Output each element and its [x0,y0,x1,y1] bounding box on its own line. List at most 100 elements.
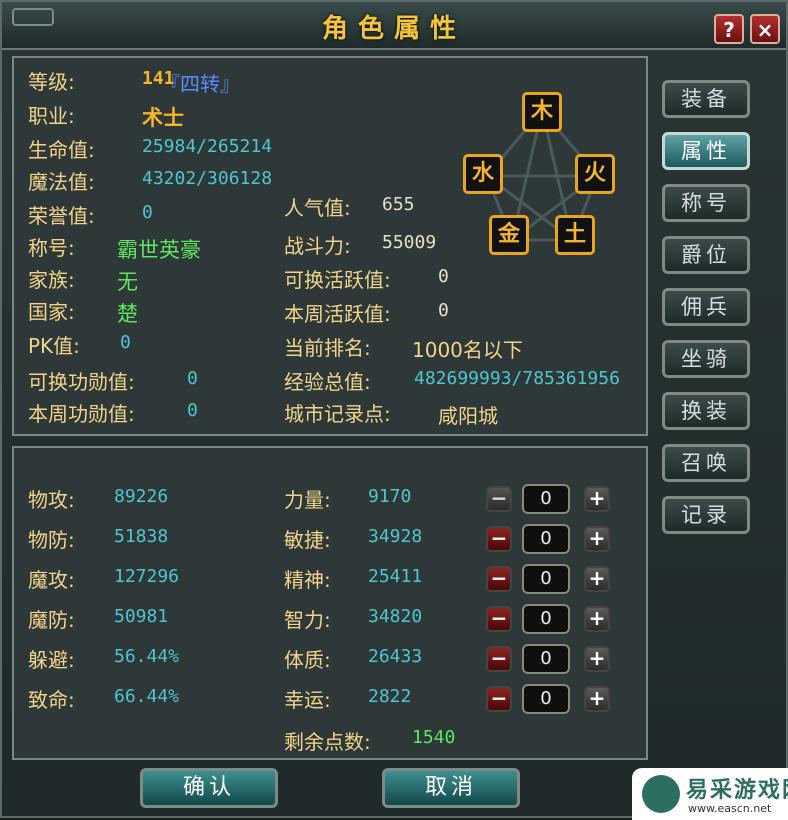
tab-4[interactable]: 佣兵 [662,288,750,326]
watermark: 易采游戏网 www.eascn.net [632,768,788,820]
profile-label: 等级: [28,70,75,94]
social-value: 55009 [382,232,437,253]
profile-value: 术士 [142,106,184,130]
tab-7[interactable]: 召唤 [662,444,750,482]
rank-badge: 『四转』 [160,72,240,96]
combat-value: 50981 [114,606,169,627]
points-input[interactable]: 0 [522,524,570,554]
profile-label: 职业: [28,104,75,128]
tab-8[interactable]: 记录 [662,496,750,534]
profile-label: 家族: [28,268,75,292]
increase-button[interactable]: + [584,526,610,552]
profile-value: 0 [142,202,153,223]
social-label: 本周活跃值: [284,302,391,326]
element-icon: 火 [575,154,615,194]
cancel-button[interactable]: 取消 [382,768,520,808]
element-icon: 木 [522,92,562,132]
tab-6[interactable]: 换装 [662,392,750,430]
attribute-label: 智力: [284,608,331,632]
social-label: 可换活跃值: [284,268,391,292]
element-icon: 水 [463,154,503,194]
social-label: 经验总值: [284,370,371,394]
profile-value: 无 [117,270,138,294]
social-value: 0 [438,300,449,321]
character-attributes-window: 角色属性 ? × 等级: 141 『四转』 职业: 术士 生命值: 25984/265214… [0,0,788,820]
tab-5[interactable]: 坐骑 [662,340,750,378]
profile-label: 本周功勋值: [28,402,135,426]
increase-button[interactable]: + [584,646,610,672]
tab-2[interactable]: 称号 [662,184,750,222]
combat-value: 127296 [114,566,180,587]
increase-button[interactable]: + [584,606,610,632]
tab-1[interactable]: 属性 [662,132,750,170]
profile-value: 25984/265214 [142,136,273,157]
social-label: 城市记录点: [284,402,391,426]
attribute-label: 体质: [284,648,331,672]
points-input[interactable]: 0 [522,484,570,514]
attribute-label: 力量: [284,488,331,512]
watermark-logo-icon [642,775,680,813]
social-value: 咸阳城 [438,404,498,428]
profile-value: 0 [187,400,198,421]
attribute-value: 2822 [368,686,412,707]
points-input[interactable]: 0 [522,644,570,674]
increase-button[interactable]: + [584,686,610,712]
profile-value: 0 [120,332,131,353]
title-bar[interactable]: 角色属性 ? × [2,2,786,50]
combat-label: 魔防: [28,608,75,632]
decrease-button[interactable]: − [486,566,512,592]
profile-value: 0 [187,368,198,389]
profile-label: 荣誉值: [28,204,95,228]
attribute-value: 26433 [368,646,423,667]
combat-label: 物防: [28,528,75,552]
combat-value: 89226 [114,486,169,507]
element-icon: 土 [555,215,595,255]
tab-3[interactable]: 爵位 [662,236,750,274]
remaining-value: 1540 [412,727,456,748]
window-title: 角色属性 [321,14,466,44]
combat-label: 物攻: [28,488,75,512]
combat-value: 66.44% [114,686,180,707]
increase-button[interactable]: + [584,566,610,592]
social-value: 1000名以下 [412,338,523,362]
attribute-value: 34928 [368,526,423,547]
attribute-label: 幸运: [284,688,331,712]
help-button[interactable]: ? [714,14,744,44]
decrease-button[interactable]: − [486,526,512,552]
combat-label: 致命: [28,688,75,712]
watermark-url: www.eascn.net [688,802,772,815]
tab-0[interactable]: 装备 [662,80,750,118]
social-label: 人气值: [284,196,351,220]
combat-value: 56.44% [114,646,180,667]
social-value: 655 [382,194,415,215]
combat-label: 躲避: [28,648,75,672]
attribute-value: 25411 [368,566,423,587]
profile-label: 魔法值: [28,170,95,194]
combat-label: 魔攻: [28,568,75,592]
remaining-label: 剩余点数: [284,730,371,754]
profile-value: 43202/306128 [142,168,273,189]
increase-button[interactable]: + [584,486,610,512]
social-value: 0 [438,266,449,287]
attribute-value: 9170 [368,486,412,507]
profile-label: 国家: [28,300,75,324]
points-input[interactable]: 0 [522,684,570,714]
attribute-value: 34820 [368,606,423,627]
decrease-button[interactable]: − [486,486,512,512]
profile-label: PK值: [28,334,80,358]
attribute-label: 敏捷: [284,528,331,552]
decrease-button[interactable]: − [486,686,512,712]
points-input[interactable]: 0 [522,564,570,594]
close-button[interactable]: × [750,14,780,44]
profile-label: 称号: [28,236,75,260]
confirm-button[interactable]: 确认 [140,768,278,808]
combat-value: 51838 [114,526,169,547]
decrease-button[interactable]: − [486,606,512,632]
profile-value: 楚 [117,302,138,326]
points-input[interactable]: 0 [522,604,570,634]
social-label: 当前排名: [284,336,371,360]
profile-label: 生命值: [28,138,95,162]
profile-value: 霸世英豪 [117,238,201,262]
decrease-button[interactable]: − [486,646,512,672]
social-label: 战斗力: [284,234,351,258]
